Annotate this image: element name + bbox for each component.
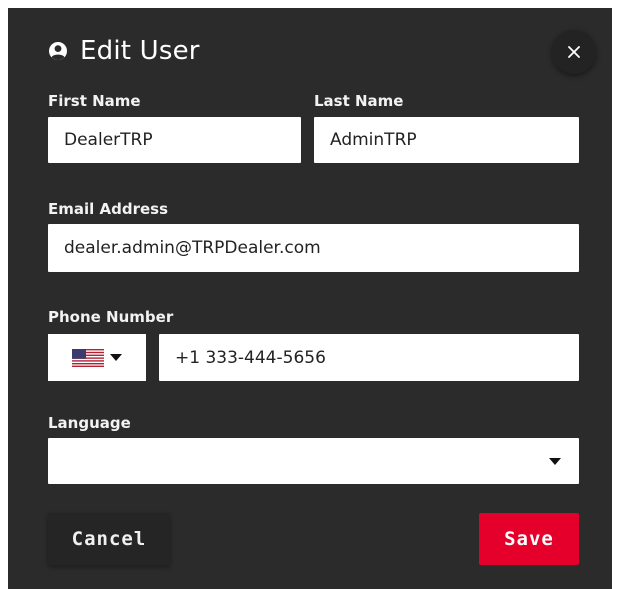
- close-icon: [568, 46, 580, 58]
- chevron-down-icon: [549, 457, 561, 465]
- email-label: Email Address: [48, 200, 169, 218]
- close-button[interactable]: [552, 30, 596, 74]
- dialog-title: Edit User: [80, 36, 200, 66]
- last-name-label: Last Name: [314, 92, 404, 110]
- save-button[interactable]: Save: [479, 513, 579, 565]
- edit-user-dialog: Edit User First Name Last Name DealerTRP…: [8, 8, 612, 589]
- language-label: Language: [48, 414, 131, 432]
- user-circle-icon: [48, 41, 68, 61]
- first-name-label: First Name: [48, 92, 141, 110]
- us-flag-icon: [72, 348, 104, 367]
- language-select[interactable]: [48, 438, 579, 484]
- phone-number-field[interactable]: +1 333-444-5656: [159, 334, 579, 381]
- first-name-field[interactable]: DealerTRP: [48, 117, 301, 163]
- email-field[interactable]: dealer.admin@TRPDealer.com: [48, 224, 579, 272]
- chevron-down-icon: [110, 354, 122, 361]
- country-code-select[interactable]: [48, 334, 146, 381]
- cancel-button[interactable]: Cancel: [48, 513, 170, 565]
- phone-label: Phone Number: [48, 308, 174, 326]
- dialog-header: Edit User: [48, 36, 200, 66]
- last-name-field[interactable]: AdminTRP: [314, 117, 579, 163]
